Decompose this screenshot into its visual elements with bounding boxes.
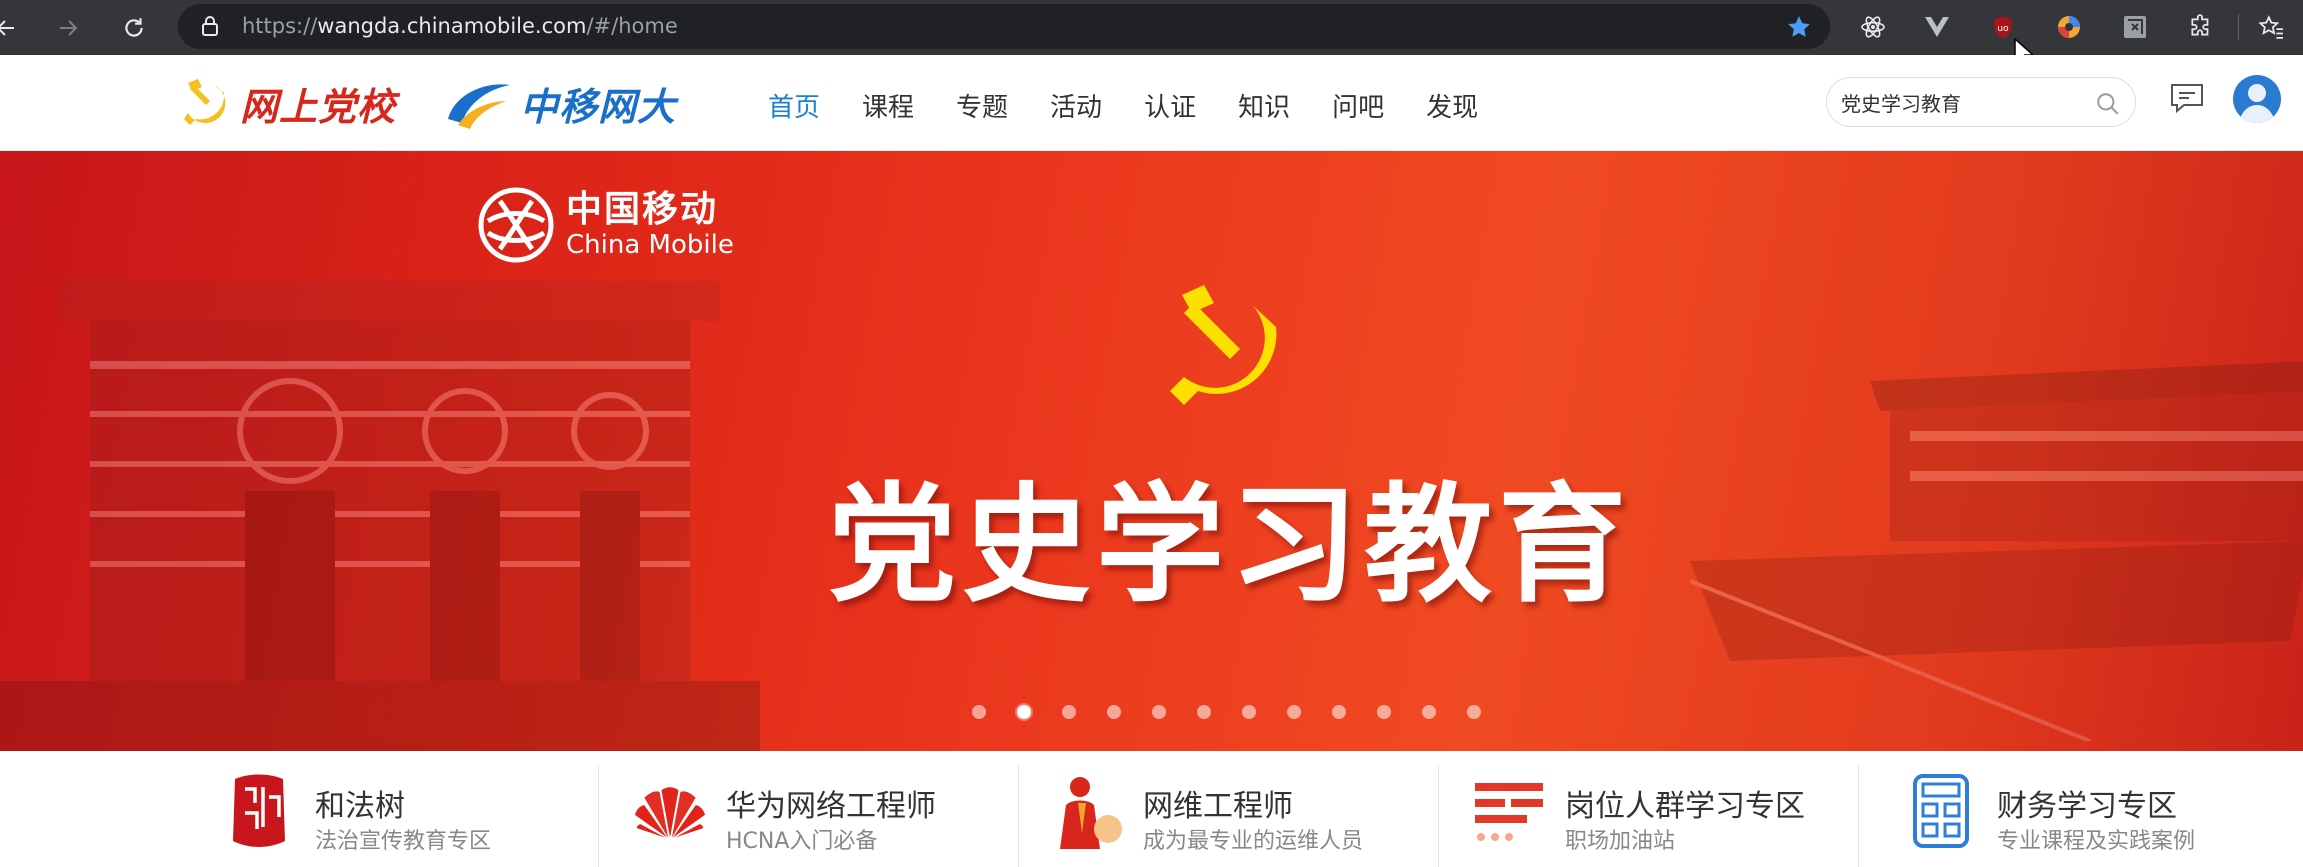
china-mobile-en: China Mobile xyxy=(566,230,734,260)
carousel-dot[interactable] xyxy=(972,705,986,719)
carousel-indicators xyxy=(972,705,1512,719)
carousel-dot[interactable] xyxy=(1107,705,1121,719)
carousel-dot[interactable] xyxy=(1062,705,1076,719)
carousel-dot[interactable] xyxy=(1242,705,1256,719)
list-lines-icon xyxy=(1472,773,1546,849)
carousel-dot[interactable] xyxy=(1152,705,1166,719)
calculator-icon xyxy=(1904,773,1978,849)
user-avatar[interactable] xyxy=(2233,75,2281,123)
carousel-dot[interactable] xyxy=(1332,705,1346,719)
university-logo[interactable]: 中移网大 xyxy=(444,75,676,131)
red-boat-image xyxy=(1690,361,2303,741)
feature-title: 岗位人群学习专区 xyxy=(1565,789,1805,824)
party-school-logo-text: 网上党校 xyxy=(240,86,397,129)
china-mobile-emblem-icon xyxy=(478,187,554,263)
carousel-dot[interactable] xyxy=(1467,705,1481,719)
hero-banner[interactable]: 中国移动 China Mobile 党史学习教育 xyxy=(0,151,2303,751)
banner-slogan: 党史学习教育 xyxy=(827,470,1632,620)
search-input[interactable] xyxy=(1841,88,2081,116)
forward-button[interactable] xyxy=(48,8,88,48)
browser-toolbar: https://wangda.chinamobile.com/#/home uo xyxy=(0,0,2303,68)
feature-title: 和法树 xyxy=(315,789,405,824)
memorial-building-image xyxy=(0,281,760,751)
carousel-dot-active[interactable] xyxy=(1017,705,1031,719)
carousel-dot[interactable] xyxy=(1377,705,1391,719)
feature-subtitle: 成为最专业的运维人员 xyxy=(1143,829,1364,854)
feature-divider xyxy=(1438,765,1439,867)
main-nav: 首页 课程 专题 活动 认证 知识 问吧 发现 xyxy=(768,87,1520,124)
site-header: 网上党校 中移网大 首页 课程 专题 活动 认证 知识 问吧 发现 xyxy=(0,55,2303,151)
swoosh-icon xyxy=(448,84,510,129)
bookmark-star-icon[interactable] xyxy=(1786,14,1812,44)
university-logo-text: 中移网大 xyxy=(520,86,677,129)
nav-courses[interactable]: 课程 xyxy=(862,87,914,124)
feature-title: 华为网络工程师 xyxy=(726,789,936,824)
carousel-dot[interactable] xyxy=(1287,705,1301,719)
china-mobile-logo: 中国移动 China Mobile xyxy=(478,187,734,263)
feature-divider xyxy=(1018,765,1019,867)
lock-icon[interactable] xyxy=(200,15,220,41)
url-path: /#/home xyxy=(586,14,678,38)
url-scheme: https:// xyxy=(242,14,318,38)
carousel-dot[interactable] xyxy=(1422,705,1436,719)
nav-certification[interactable]: 认证 xyxy=(1144,87,1196,124)
nav-topics[interactable]: 专题 xyxy=(956,87,1008,124)
nav-ask[interactable]: 问吧 xyxy=(1332,87,1384,124)
seal-icon xyxy=(222,773,296,849)
reload-button[interactable] xyxy=(114,8,154,48)
nav-activities[interactable]: 活动 xyxy=(1050,87,1102,124)
carousel-dot[interactable] xyxy=(1197,705,1211,719)
message-icon[interactable] xyxy=(2170,83,2204,117)
party-school-logo[interactable]: 网上党校 xyxy=(180,75,396,131)
address-bar[interactable]: https://wangda.chinamobile.com/#/home xyxy=(178,4,1830,49)
toolbar-divider xyxy=(2238,14,2239,40)
feature-title: 网维工程师 xyxy=(1143,789,1293,824)
feature-divider xyxy=(598,765,599,867)
nav-discover[interactable]: 发现 xyxy=(1426,87,1478,124)
url-text[interactable]: https://wangda.chinamobile.com/#/home xyxy=(242,14,678,38)
feature-title: 财务学习专区 xyxy=(1997,789,2177,824)
search-box xyxy=(1826,77,2136,127)
nav-home[interactable]: 首页 xyxy=(768,87,820,124)
url-host: wangda.chinamobile.com xyxy=(317,14,587,38)
svg-text:uo: uo xyxy=(1997,24,2009,34)
reload-icon xyxy=(125,18,143,37)
hammer-sickle-icon xyxy=(184,79,226,125)
search-icon[interactable] xyxy=(2095,91,2121,121)
feature-subtitle: HCNA入门必备 xyxy=(726,829,878,854)
color-extension-icon[interactable] xyxy=(2052,10,2086,44)
feature-subtitle: 职场加油站 xyxy=(1565,829,1676,854)
feature-subtitle: 法治宣传教育专区 xyxy=(315,829,492,854)
back-arrow-icon xyxy=(0,20,14,36)
wangda-extension-icon[interactable] xyxy=(2118,10,2152,44)
feature-strip: 和法树 法治宣传教育专区 华为网络工程师 HCNA入门必备 网维工程师 成为最专… xyxy=(0,751,2303,867)
nav-knowledge[interactable]: 知识 xyxy=(1238,87,1290,124)
favorites-icon[interactable] xyxy=(2254,10,2288,44)
huawei-logo-icon xyxy=(633,773,707,849)
back-button[interactable] xyxy=(0,8,26,48)
react-devtools-icon[interactable] xyxy=(1856,10,1890,44)
extensions-puzzle-icon[interactable] xyxy=(2184,10,2218,44)
china-mobile-cn: 中国移动 xyxy=(566,189,719,230)
user-icon xyxy=(2239,84,2275,123)
forward-arrow-icon xyxy=(60,20,78,36)
engineer-icon xyxy=(1050,773,1124,849)
feature-divider xyxy=(1858,765,1859,867)
feature-subtitle: 专业课程及实践案例 xyxy=(1997,829,2196,854)
vue-devtools-icon[interactable] xyxy=(1920,10,1954,44)
party-emblem-icon xyxy=(1170,285,1277,405)
